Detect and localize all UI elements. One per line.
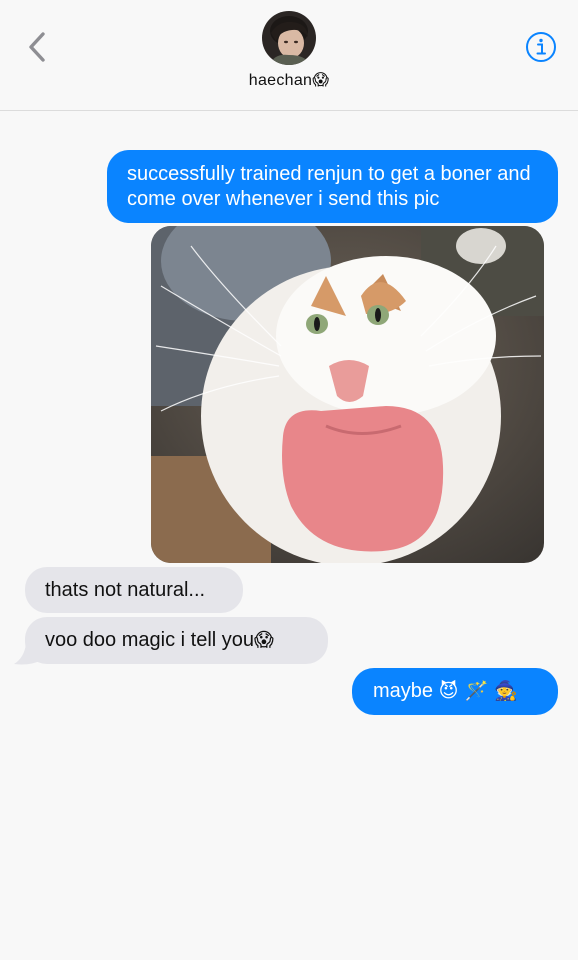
sent-message-bubble[interactable]: maybe 😈 🪄 🧙 (352, 668, 558, 715)
message-emoji: 😈 🪄 🧙 (438, 680, 518, 702)
sent-message-bubble[interactable]: successfully trained renjun to get a bon… (107, 150, 558, 223)
contact-name-emoji: 😱 (312, 72, 330, 89)
back-button[interactable] (22, 30, 52, 64)
chevron-left-icon (29, 32, 45, 62)
message-text: maybe (373, 680, 434, 702)
message-text: successfully trained renjun to get a bon… (127, 163, 531, 210)
message-text: thats not natural... (45, 579, 206, 601)
contact-name[interactable]: haechan😱 (0, 70, 578, 90)
contact-name-text: haechan (248, 72, 313, 89)
conversation-header: haechan😱 (0, 0, 578, 111)
message-text: voo doo magic i tell you (45, 629, 255, 651)
cat-photo (151, 226, 544, 563)
received-message-bubble[interactable]: voo doo magic i tell you😱 (25, 617, 328, 664)
avatar[interactable] (262, 11, 316, 65)
info-button[interactable] (525, 31, 557, 63)
message-emoji: 😱 (254, 629, 274, 651)
image-message[interactable] (151, 226, 544, 563)
avatar-image (262, 11, 316, 65)
info-circle-icon (526, 32, 556, 62)
received-message-bubble[interactable]: thats not natural... (25, 567, 243, 613)
